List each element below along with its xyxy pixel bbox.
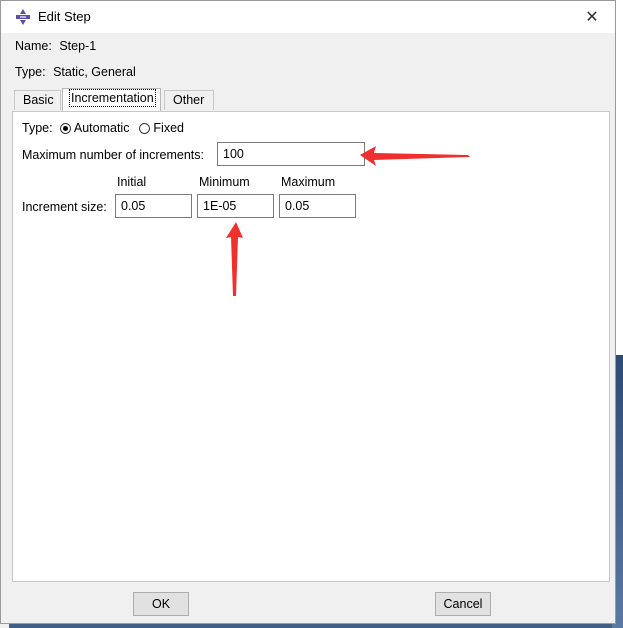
tab-other-label: Other	[173, 93, 205, 107]
dialog-title: Edit Step	[38, 9, 91, 24]
max-increments-label: Maximum number of increments:	[22, 148, 205, 162]
max-increments-input[interactable]: 100	[217, 142, 365, 166]
initial-increment-input[interactable]: 0.05	[115, 194, 192, 218]
fixed-radio[interactable]	[138, 123, 150, 134]
automatic-label: Automatic	[73, 121, 130, 135]
name-label: Name:	[15, 39, 52, 53]
tab-other[interactable]: Other	[164, 90, 214, 110]
close-icon: ✕	[585, 9, 599, 26]
increment-size-label: Increment size:	[22, 200, 107, 214]
maximum-column-header: Maximum	[281, 175, 336, 189]
minimum-increment-input[interactable]: 1E-05	[197, 194, 274, 218]
maximum-increment-input[interactable]: 0.05	[279, 194, 356, 218]
initial-column-header: Initial	[117, 175, 147, 189]
incrementation-panel: Type: Automatic Fixed Maximum number of …	[12, 111, 610, 582]
tab-basic[interactable]: Basic	[14, 90, 61, 110]
increment-type-label: Type:	[22, 121, 53, 135]
step-name-row: Name: Step-1	[15, 39, 96, 53]
fixed-label: Fixed	[153, 121, 184, 135]
automatic-option[interactable]: Automatic	[60, 121, 133, 135]
edit-step-dialog: Edit Step ✕ Name: Step-1 Type: Static, G…	[0, 0, 616, 624]
type-value: Static, General	[53, 65, 136, 79]
increment-type-row: Type: Automatic Fixed	[22, 121, 184, 135]
step-type-row: Type: Static, General	[15, 65, 136, 79]
name-value: Step-1	[59, 39, 97, 53]
title-bar: Edit Step ✕	[1, 1, 615, 33]
ok-button[interactable]: OK	[133, 592, 189, 616]
type-label: Type:	[15, 65, 46, 79]
tab-basic-label: Basic	[23, 93, 54, 107]
automatic-radio[interactable]	[60, 123, 72, 134]
fixed-option[interactable]: Fixed	[138, 121, 184, 135]
app-icon	[16, 9, 30, 25]
tab-incrementation[interactable]: Incrementation	[62, 88, 161, 111]
close-button[interactable]: ✕	[569, 1, 615, 33]
cancel-button[interactable]: Cancel	[435, 592, 491, 616]
tab-incrementation-label: Incrementation	[69, 89, 156, 107]
minimum-column-header: Minimum	[199, 175, 250, 189]
